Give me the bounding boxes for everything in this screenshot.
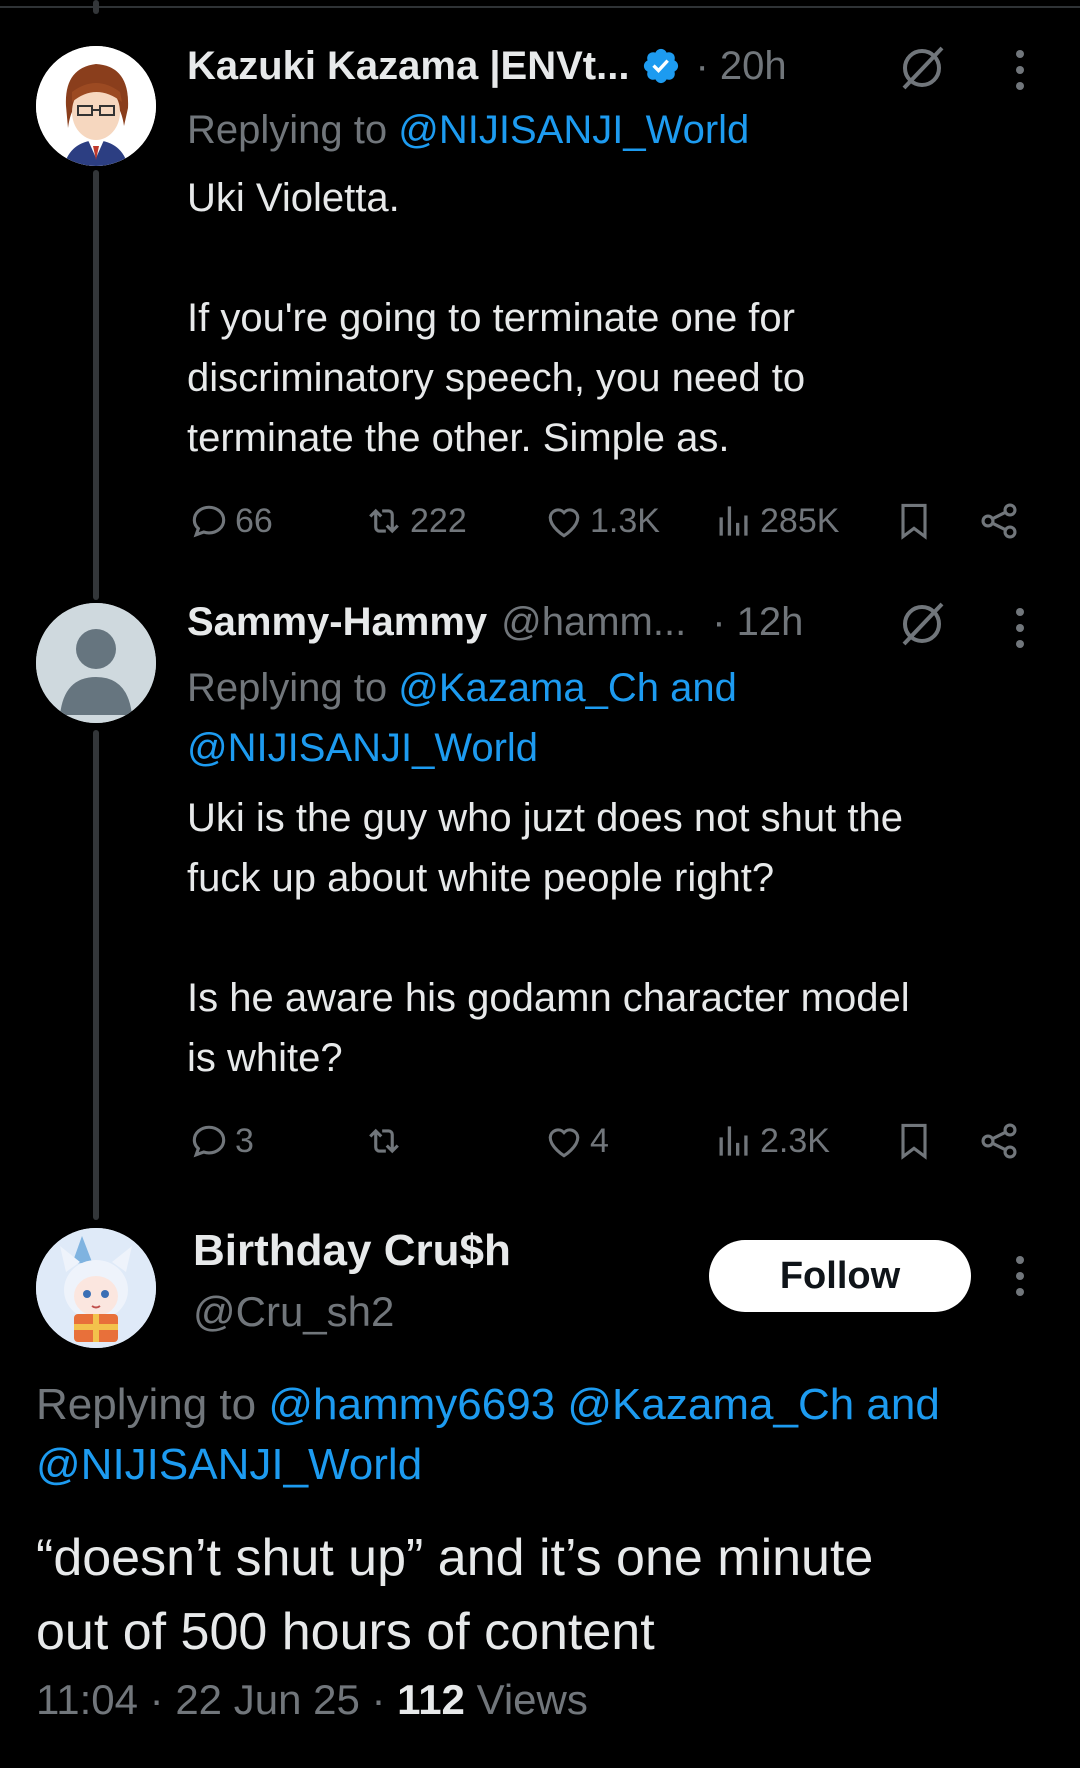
view-count: 285K — [760, 501, 840, 540]
separator: · — [371, 1676, 398, 1723]
bookmark-icon — [901, 1123, 927, 1160]
mention-link[interactable]: @NIJISANJI_World — [36, 1440, 422, 1489]
tweet-text: Uki Violetta. If you're going to termina… — [187, 176, 806, 460]
tweet-actions: 3 4 2.3K — [187, 1116, 1040, 1166]
avatar-birthday-crush[interactable] — [36, 1228, 156, 1348]
reply-icon — [192, 1125, 226, 1158]
tweet-text: Uki is the guy who juzt does not shut th… — [187, 796, 910, 1080]
share-button[interactable] — [977, 496, 1021, 546]
display-name[interactable]: Kazuki Kazama |ENVt... — [187, 44, 629, 89]
thread-line-1 — [93, 170, 99, 600]
tweet-text: “doesn’t shut up” and it’s one minute ou… — [36, 1529, 874, 1661]
replying-prefix: Replying to — [187, 666, 388, 710]
tweet-date[interactable]: 22 Jun 25 — [175, 1676, 360, 1723]
reply-count: 3 — [235, 1121, 254, 1160]
retweet-button[interactable]: 222 — [362, 496, 467, 546]
display-name[interactable]: Sammy-Hammy — [187, 600, 487, 645]
tweet-time[interactable]: 11:04 — [36, 1676, 138, 1723]
replying-to: Replying to @Kazama_Ch and — [187, 658, 737, 718]
tweet-time[interactable]: · 12h — [712, 600, 803, 645]
verified-badge-icon — [644, 48, 679, 84]
mention-link[interactable]: @Kazama_Ch and — [398, 666, 737, 710]
tweet-metadata: 11:04 · 22 Jun 25 · 112 Views — [36, 1676, 588, 1724]
replying-prefix: Replying to — [187, 108, 388, 152]
user-handle[interactable]: @Cru_sh2 — [193, 1288, 394, 1336]
more-icon[interactable] — [1010, 606, 1030, 650]
tweet-time[interactable]: · 20h — [695, 44, 786, 89]
reply-button[interactable]: 66 — [187, 496, 273, 546]
more-icon[interactable] — [1010, 1254, 1030, 1298]
bookmark-icon — [901, 503, 927, 540]
like-count: 4 — [590, 1121, 609, 1160]
mention-link[interactable]: @hammy6693 @Kazama_Ch and — [268, 1380, 939, 1429]
display-name[interactable]: Birthday Cru$h — [193, 1226, 511, 1276]
avatar-sammy[interactable] — [36, 603, 156, 723]
replying-to: Replying to @NIJISANJI_World — [187, 100, 749, 160]
like-button[interactable]: 1.3K — [542, 496, 660, 546]
views-icon — [719, 1126, 748, 1156]
like-icon — [548, 508, 580, 538]
more-icon[interactable] — [1010, 48, 1030, 92]
views-count[interactable]: 112 — [397, 1676, 465, 1723]
grok-icon[interactable] — [896, 598, 948, 650]
retweet-icon — [369, 508, 399, 534]
mention-link[interactable]: @NIJISANJI_World — [187, 718, 538, 778]
tweet-actions: 66 222 1.3K 285K — [187, 496, 1040, 546]
like-button[interactable]: 4 — [542, 1116, 609, 1166]
views-button[interactable]: 2.3K — [712, 1116, 830, 1166]
like-icon — [548, 1128, 580, 1158]
top-divider — [0, 6, 1080, 8]
follow-button[interactable]: Follow — [709, 1240, 971, 1312]
thread-line-top — [93, 0, 99, 14]
separator: · — [149, 1676, 176, 1723]
grok-icon[interactable] — [896, 42, 948, 94]
views-button[interactable]: 285K — [712, 496, 839, 546]
mention-link[interactable]: @NIJISANJI_World — [398, 108, 749, 152]
reply-count: 66 — [235, 501, 273, 540]
bookmark-button[interactable] — [892, 1116, 936, 1166]
bookmark-button[interactable] — [892, 496, 936, 546]
avatar-kazuki[interactable] — [36, 46, 156, 166]
reply-icon — [192, 505, 226, 538]
views-icon — [719, 506, 748, 536]
reply-button[interactable]: 3 — [187, 1116, 254, 1166]
views-label: Views — [476, 1676, 588, 1723]
retweet-count: 222 — [410, 501, 467, 540]
share-icon — [981, 1123, 1017, 1159]
retweet-icon — [369, 1128, 399, 1154]
share-button[interactable] — [977, 1116, 1021, 1166]
replying-prefix: Replying to — [36, 1380, 257, 1429]
share-icon — [981, 503, 1017, 539]
thread-line-2 — [93, 730, 99, 1220]
retweet-button[interactable] — [362, 1116, 410, 1166]
replying-to: Replying to @hammy6693 @Kazama_Ch and @N… — [36, 1375, 1046, 1495]
like-count: 1.3K — [590, 501, 660, 540]
view-count: 2.3K — [760, 1121, 830, 1160]
tweet-thread-page: Kazuki Kazama |ENVt... · 20h Replying to… — [0, 0, 1080, 1768]
user-handle[interactable]: @hamm... — [501, 600, 686, 645]
